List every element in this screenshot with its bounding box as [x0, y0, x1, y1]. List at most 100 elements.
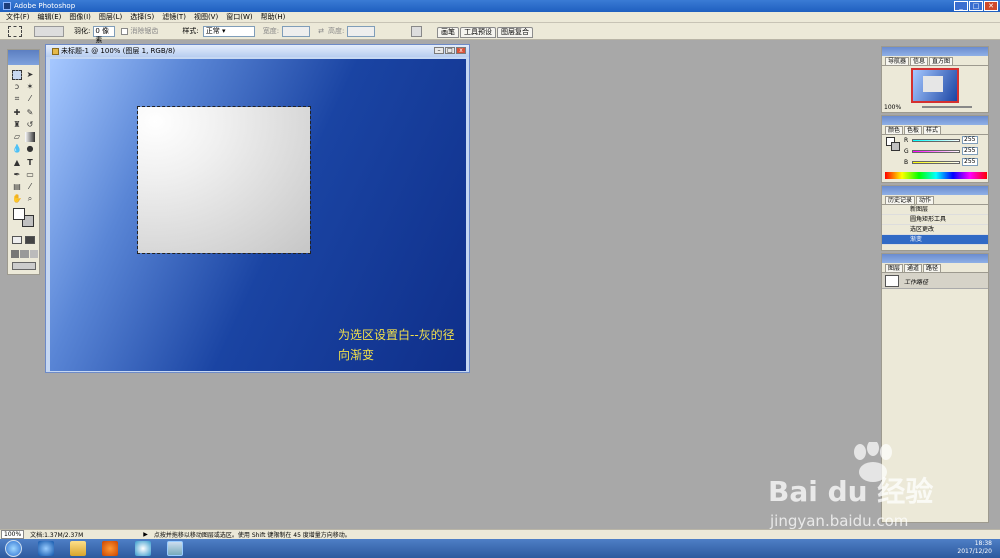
status-bar: 100% 文档:1.37M/2.37M ▶ 点按并拖移以移动图层或选区。使用 S… [0, 529, 1000, 539]
navigator-panel-header[interactable] [882, 47, 988, 56]
color-panel-header[interactable] [882, 116, 988, 125]
path-row[interactable]: 工作路径 [882, 273, 988, 289]
navigator-thumbnail[interactable] [911, 68, 959, 103]
toolbox-header[interactable] [8, 50, 39, 65]
history-item[interactable]: 选区更改 [882, 225, 988, 235]
blur-tool-icon[interactable]: 💧 [12, 144, 22, 154]
zoom-tool-icon[interactable]: ⌕ [25, 194, 35, 204]
tab-histogram[interactable]: 直方图 [929, 57, 954, 65]
brush-tool-icon[interactable]: ✎ [25, 108, 35, 118]
r-slider[interactable] [912, 139, 960, 142]
lasso-tool-icon[interactable]: ↄ [12, 82, 22, 92]
explorer-icon[interactable] [70, 541, 86, 556]
layers-panel-header[interactable] [882, 254, 988, 263]
start-button[interactable] [5, 540, 22, 557]
healing-brush-tool-icon[interactable]: ✚ [12, 108, 22, 118]
document-canvas[interactable]: 为选区设置白--灰的径 向渐变 [50, 59, 466, 371]
b-value[interactable]: 255 [962, 158, 978, 166]
navigator-zoom-value[interactable]: 100% [884, 104, 901, 111]
menu-image[interactable]: 图像(I) [65, 12, 95, 22]
b-slider[interactable] [912, 161, 960, 164]
swap-icon[interactable]: ⇄ [318, 27, 324, 35]
tab-styles[interactable]: 样式 [923, 126, 942, 134]
history-item-selected[interactable]: 渐变 [882, 235, 988, 245]
jump-to-imageready-icon[interactable] [12, 262, 36, 270]
tab-paths[interactable]: 路径 [923, 264, 942, 272]
crop-tool-icon[interactable]: ⌗ [12, 94, 22, 104]
selection-mode-icons[interactable] [34, 25, 64, 37]
menu-view[interactable]: 视图(V) [190, 12, 222, 22]
sogou-icon[interactable] [135, 541, 151, 556]
gradient-tool-icon[interactable] [25, 132, 35, 142]
system-clock[interactable]: 18:38 2017/12/20 [957, 540, 992, 556]
doc-close-button[interactable]: x [456, 47, 466, 54]
tab-info[interactable]: 信息 [910, 57, 929, 65]
antialias-checkbox[interactable] [121, 27, 129, 35]
screen-mode-icons[interactable] [11, 250, 38, 258]
menu-select[interactable]: 选择(S) [126, 12, 158, 22]
tab-layer-comps[interactable]: 图层复合 [497, 27, 533, 38]
notes-tool-icon[interactable]: ▤ [12, 182, 22, 192]
r-value[interactable]: 255 [962, 136, 978, 144]
eraser-tool-icon[interactable]: ▱ [12, 132, 22, 142]
history-panel-header[interactable] [882, 186, 988, 195]
shape-tool-icon[interactable]: ▭ [25, 170, 35, 180]
type-tool-icon[interactable]: T [25, 158, 35, 168]
color-ramp[interactable] [885, 172, 987, 179]
marquee-tool-icon[interactable] [12, 70, 22, 80]
navigator-zoom-slider[interactable] [922, 106, 972, 108]
menu-file[interactable]: 文件(F) [2, 12, 34, 22]
file-browser-icon[interactable] [411, 25, 423, 37]
close-button[interactable]: ✕ [984, 1, 998, 11]
history-brush-tool-icon[interactable]: ↺ [25, 120, 35, 130]
history-item[interactable]: 圆角矩形工具 [882, 215, 988, 225]
tab-navigator[interactable]: 导航器 [885, 57, 910, 65]
menu-help[interactable]: 帮助(H) [257, 12, 290, 22]
menu-filter[interactable]: 滤镜(T) [158, 12, 190, 22]
tab-actions[interactable]: 动作 [916, 196, 935, 204]
magic-wand-tool-icon[interactable]: ✶ [25, 82, 35, 92]
tab-history[interactable]: 历史记录 [885, 196, 916, 204]
style-select[interactable]: 正常 ▾ [202, 25, 255, 37]
eyedropper-tool-icon[interactable]: ⁄ [25, 182, 35, 192]
tab-channels[interactable]: 通道 [904, 264, 923, 272]
clone-stamp-tool-icon[interactable]: ♜ [12, 120, 22, 130]
hand-tool-icon[interactable]: ✋ [12, 194, 22, 204]
standard-mode-icon[interactable] [12, 236, 22, 244]
doc-maximize-button[interactable]: □ [445, 47, 455, 54]
g-value[interactable]: 255 [962, 147, 978, 155]
gradient-selection[interactable] [137, 106, 311, 254]
menu-edit[interactable]: 编辑(E) [34, 12, 66, 22]
doc-minimize-button[interactable]: – [434, 47, 444, 54]
menu-window[interactable]: 窗口(W) [222, 12, 256, 22]
tab-tool-presets[interactable]: 工具预设 [460, 27, 496, 38]
status-arrow-icon[interactable]: ▶ [143, 531, 148, 538]
color-bg-swatch[interactable] [891, 142, 900, 151]
g-slider[interactable] [912, 150, 960, 153]
dodge-tool-icon[interactable]: ● [25, 144, 35, 154]
height-input[interactable] [347, 25, 376, 37]
maximize-button[interactable]: □ [969, 1, 983, 11]
slice-tool-icon[interactable]: ⁄ [25, 94, 35, 104]
path-selection-tool-icon[interactable]: ▲ [12, 158, 22, 168]
foreground-color-swatch[interactable] [13, 208, 25, 220]
history-item[interactable]: 新图层 [882, 205, 988, 215]
r-label: R [904, 137, 909, 144]
quick-mask-mode-icon[interactable] [25, 236, 35, 244]
move-tool-icon[interactable]: ➤ [25, 70, 35, 80]
tab-layers[interactable]: 图层 [885, 264, 904, 272]
ie-icon[interactable] [38, 541, 54, 556]
pen-tool-icon[interactable]: ✒ [12, 170, 22, 180]
marquee-tool-preset-icon[interactable] [8, 25, 22, 37]
minimize-button[interactable]: _ [954, 1, 968, 11]
feather-input[interactable]: 0 像素 [93, 25, 116, 44]
media-player-icon[interactable] [102, 541, 118, 556]
tab-swatches[interactable]: 色板 [904, 126, 923, 134]
width-input[interactable] [282, 25, 311, 37]
document-titlebar[interactable]: 未标题-1 @ 100% (图层 1, RGB/8) – □ x [46, 45, 469, 57]
status-zoom[interactable]: 100% [1, 530, 25, 539]
photoshop-taskbar-icon[interactable] [167, 541, 183, 556]
tab-brushes[interactable]: 画笔 [437, 27, 459, 38]
menu-layer[interactable]: 图层(L) [95, 12, 126, 22]
tab-color[interactable]: 颜色 [885, 126, 904, 134]
